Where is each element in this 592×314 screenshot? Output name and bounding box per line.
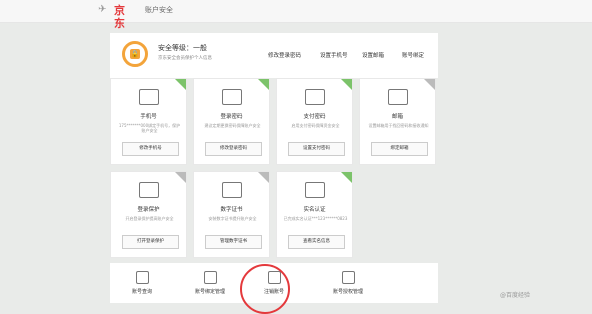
quick-link-phone[interactable]: 设置手机号 xyxy=(320,51,348,59)
card-pay-password: 支付密码 启用支付密码保障资金安全 设置支付密码 xyxy=(276,78,353,165)
mail-icon xyxy=(388,89,408,105)
page-title: 账户安全 xyxy=(145,6,173,14)
card-desc: 开启登录保护提高账户安全 xyxy=(125,216,174,221)
card-login-password: 登录密码 建议定期更换密码保障账户安全 修改登录密码 xyxy=(193,78,270,165)
manage-cert-button[interactable]: 管理数字证书 xyxy=(205,235,262,249)
link-icon xyxy=(203,271,217,284)
card-real-name: 实名认证 已完成实名认证***123******0823 查看实名信息 xyxy=(276,171,353,258)
card-email: 邮箱 设置邮箱用于找回密码和接收通知 绑定邮箱 xyxy=(359,78,436,165)
search-icon xyxy=(135,271,149,284)
card-desc: 启用支付密码保障资金安全 xyxy=(291,123,340,128)
auth-icon xyxy=(341,271,355,284)
bind-email-button[interactable]: 绑定邮箱 xyxy=(371,142,428,156)
phone-icon xyxy=(139,89,159,105)
card-title: 邮箱 xyxy=(391,114,403,120)
status-corner xyxy=(175,172,186,183)
card-title: 手机号 xyxy=(140,114,157,120)
security-level: 安全等级：一般 xyxy=(158,44,207,52)
card-desc: 设置邮箱用于找回密码和接收通知 xyxy=(368,123,429,128)
card-icon xyxy=(305,89,325,105)
card-title: 登录保护 xyxy=(137,207,160,213)
status-corner xyxy=(258,172,269,183)
open-login-protect-button[interactable]: 打开登录保护 xyxy=(122,235,179,249)
modify-phone-button[interactable]: 修改手机号 xyxy=(122,142,179,156)
status-corner xyxy=(424,79,435,90)
top-bar: ✈ 京东 账户安全 xyxy=(0,0,592,30)
jd-dog-icon: ✈ xyxy=(98,4,107,15)
security-cards: 手机号 175*******000绑定手机号，保护账户安全 修改手机号 登录密码… xyxy=(110,78,438,258)
card-desc: 175*******000绑定手机号，保护账户安全 xyxy=(118,123,181,133)
certificate-icon xyxy=(222,182,242,198)
highlight-circle xyxy=(240,264,290,314)
shield-icon: 🔒 xyxy=(122,41,148,67)
brand-text: 京东 xyxy=(114,4,126,30)
view-real-name-button[interactable]: 查看实名信息 xyxy=(288,235,345,249)
bottom-label: 账号授权管理 xyxy=(332,289,363,295)
lock-icon xyxy=(222,89,242,105)
modify-login-password-button[interactable]: 修改登录密码 xyxy=(205,142,262,156)
status-corner xyxy=(341,79,352,90)
bottom-item-bind-manage[interactable]: 账号绑定管理 xyxy=(180,271,240,295)
quick-link-change-password[interactable]: 修改登录密码 xyxy=(268,51,301,59)
card-desc: 安装数字证书提升账户安全 xyxy=(208,216,257,221)
card-title: 登录密码 xyxy=(220,114,243,120)
card-title: 支付密码 xyxy=(303,114,326,120)
security-level-sub: 京东安全会员保护个人信息 xyxy=(158,56,212,61)
bottom-item-account-query[interactable]: 账号查询 xyxy=(112,271,172,295)
bottom-label: 账号查询 xyxy=(131,289,152,295)
card-title: 数字证书 xyxy=(220,207,243,213)
protect-icon xyxy=(139,182,159,198)
quick-link-email[interactable]: 设置邮箱 xyxy=(362,51,384,59)
card-desc: 建议定期更换密码保障账户安全 xyxy=(204,123,261,128)
card-title: 实名认证 xyxy=(303,207,326,213)
card-digital-cert: 数字证书 安装数字证书提升账户安全 管理数字证书 xyxy=(193,171,270,258)
bottom-item-auth-manage[interactable]: 账号授权管理 xyxy=(318,271,378,295)
card-login-protect: 登录保护 开启登录保护提高账户安全 打开登录保护 xyxy=(110,171,187,258)
security-summary: 🔒 安全等级：一般 京东安全会员保护个人信息 修改登录密码 设置手机号 设置邮箱… xyxy=(110,33,438,78)
status-corner xyxy=(175,79,186,90)
quick-link-bind[interactable]: 账号绑定 xyxy=(402,51,424,59)
id-card-icon xyxy=(305,182,325,198)
status-corner xyxy=(258,79,269,90)
card-phone: 手机号 175*******000绑定手机号，保护账户安全 修改手机号 xyxy=(110,78,187,165)
bottom-label: 账号绑定管理 xyxy=(194,289,225,295)
set-pay-password-button[interactable]: 设置支付密码 xyxy=(288,142,345,156)
watermark: @百度经验 xyxy=(500,292,531,299)
card-desc: 已完成实名认证***123******0823 xyxy=(283,216,348,221)
status-corner xyxy=(341,172,352,183)
